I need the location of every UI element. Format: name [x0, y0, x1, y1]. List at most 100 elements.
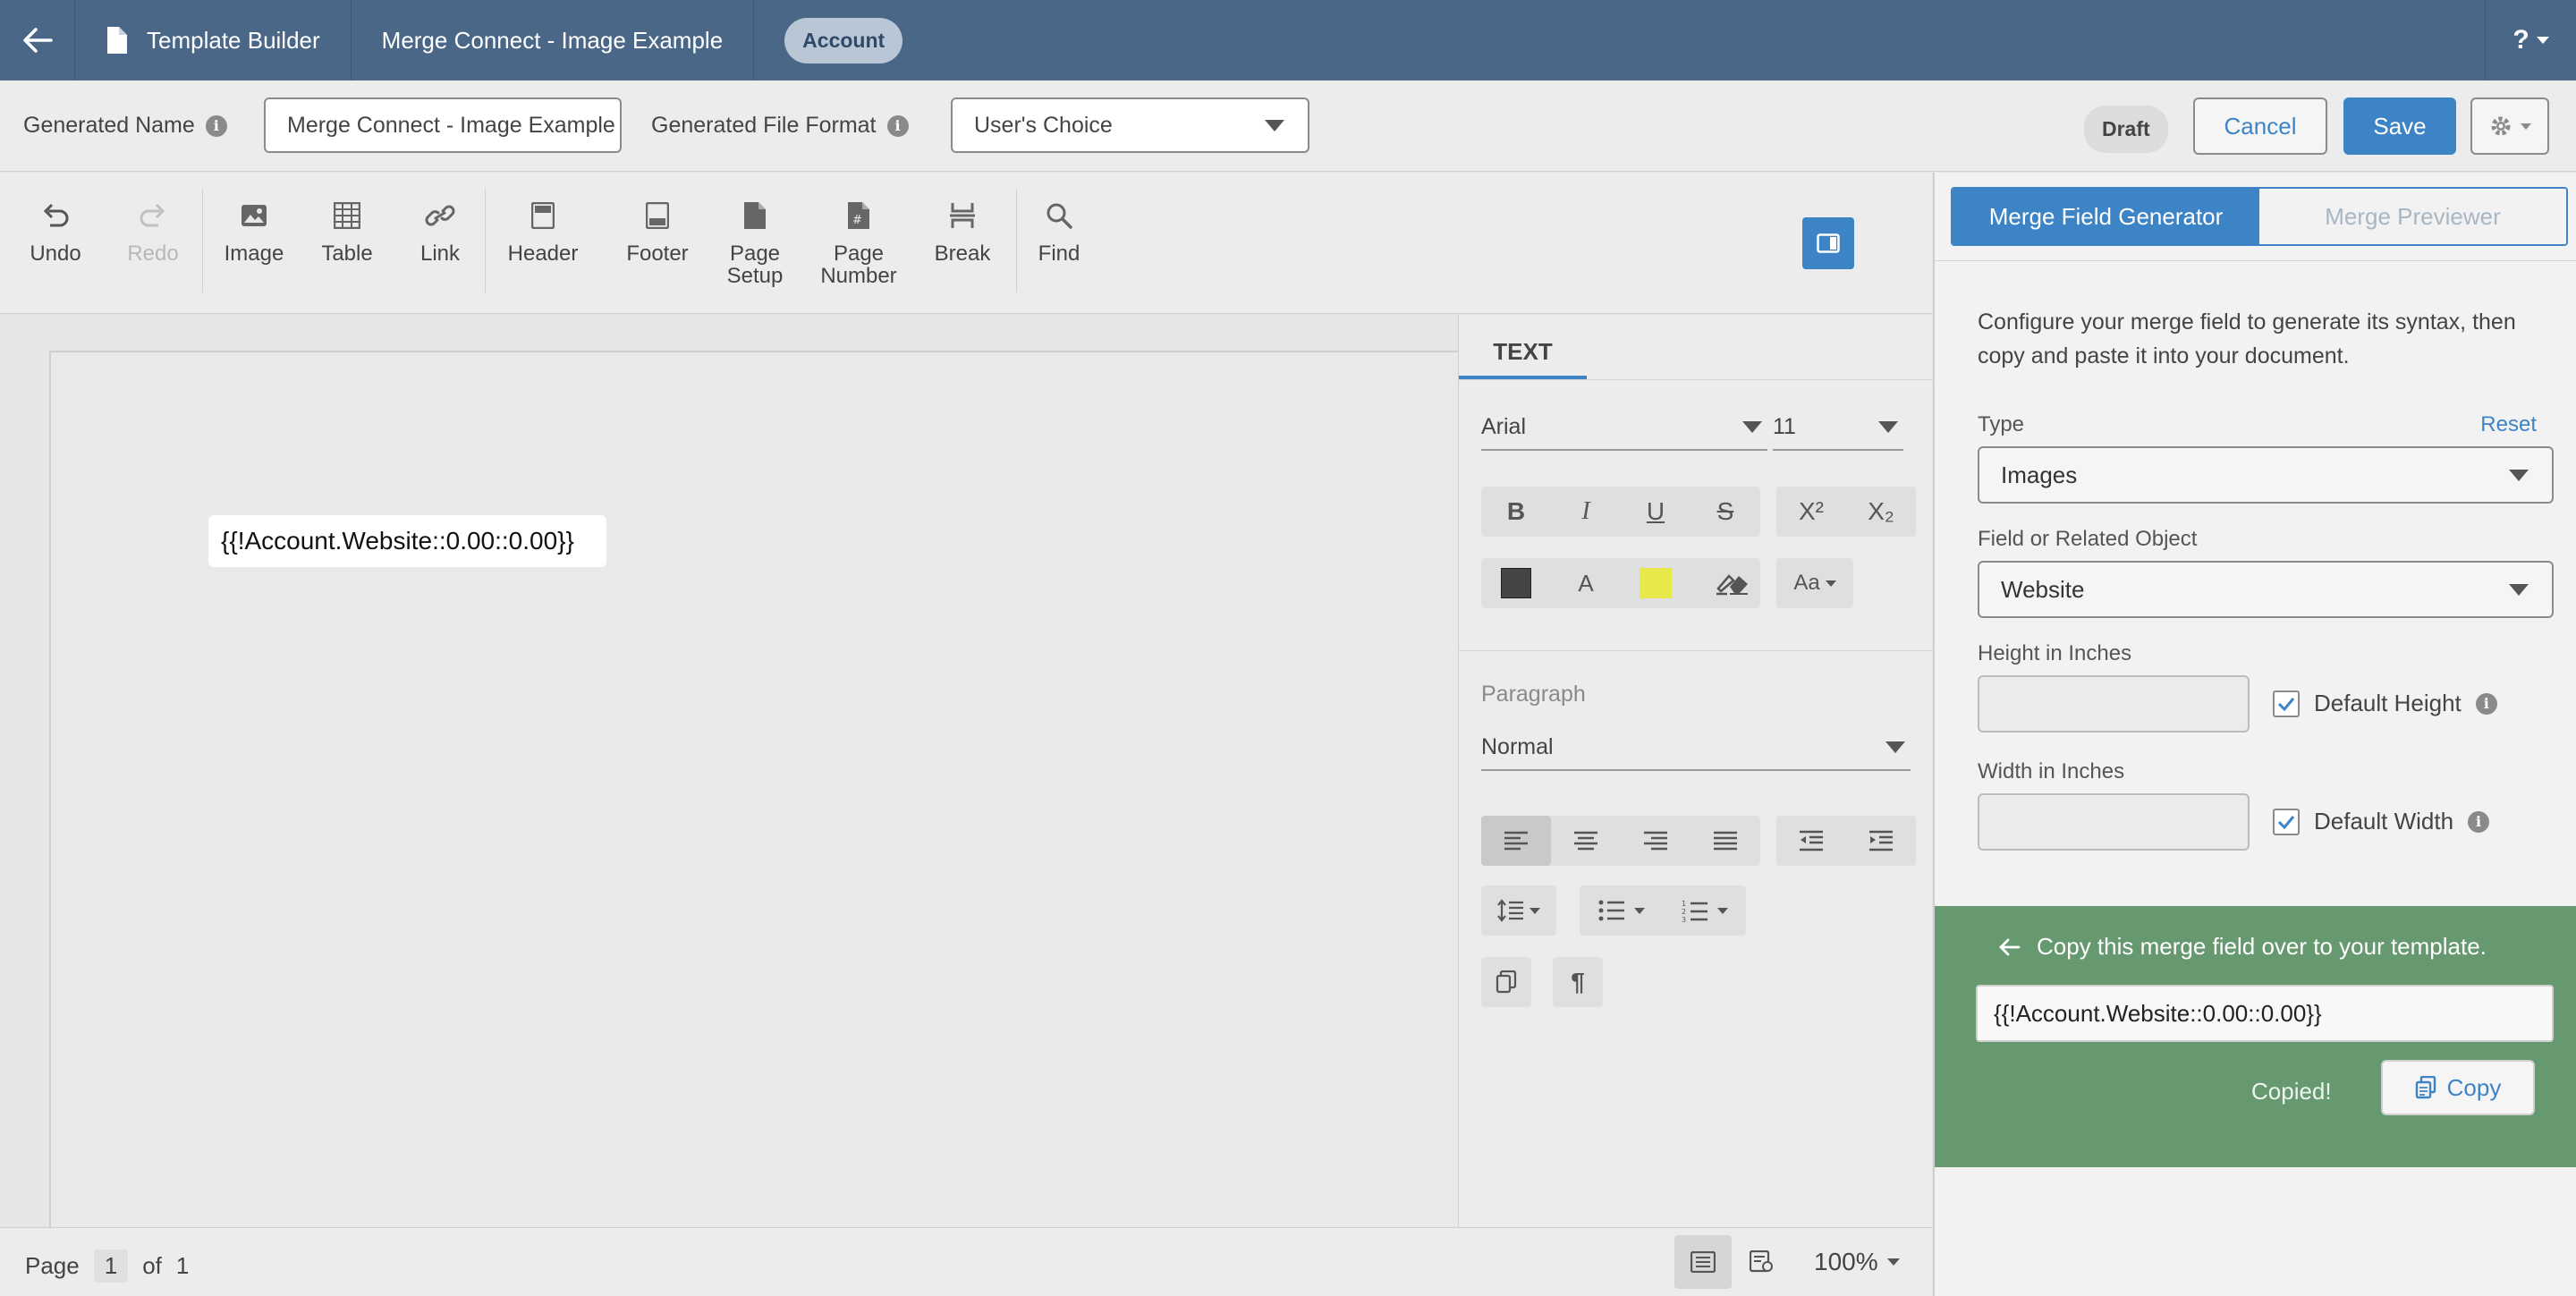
undo-button[interactable]: Undo: [11, 196, 100, 265]
indent-button[interactable]: [1846, 816, 1916, 866]
table-button[interactable]: Table: [302, 196, 392, 265]
show-formatting-button[interactable]: ¶: [1553, 957, 1603, 1007]
tab-text[interactable]: TEXT: [1459, 327, 1587, 379]
font-family-select[interactable]: Arial: [1481, 404, 1767, 451]
underline-icon: U: [1646, 497, 1665, 525]
italic-icon: I: [1581, 497, 1590, 525]
align-left-button[interactable]: [1481, 816, 1551, 866]
section-divider: [1459, 650, 1933, 651]
back-button[interactable]: [0, 0, 75, 80]
info-icon[interactable]: i: [886, 114, 909, 137]
file-format-select[interactable]: User's Choice: [951, 97, 1309, 153]
file-format-label: Generated File Format i: [651, 113, 909, 139]
sidebar-toggle-icon: [1817, 233, 1840, 253]
tab-merge-previewer[interactable]: Merge Previewer: [2259, 189, 2566, 244]
help-menu-button[interactable]: ?: [2485, 0, 2576, 80]
tab-merge-field-generator[interactable]: Merge Field Generator: [1953, 189, 2259, 244]
font-color-button[interactable]: A: [1551, 558, 1621, 608]
height-input[interactable]: [1978, 675, 2250, 733]
redo-button[interactable]: Redo: [108, 196, 198, 265]
reset-link[interactable]: Reset: [2480, 412, 2537, 437]
paragraph-style-value: Normal: [1481, 733, 1554, 759]
field-select[interactable]: Website: [1978, 561, 2554, 618]
settings-menu-button[interactable]: [2470, 97, 2549, 155]
bullet-list-button[interactable]: [1598, 900, 1645, 921]
zoom-select[interactable]: 100%: [1814, 1248, 1900, 1276]
link-label: Link: [419, 241, 461, 266]
find-button[interactable]: Find: [1014, 196, 1104, 265]
justify-button[interactable]: [1690, 816, 1760, 866]
default-height-label: Default Height: [2314, 690, 2462, 716]
font-family-value: Arial: [1481, 413, 1527, 439]
header-button[interactable]: Header: [498, 196, 588, 265]
footer-button[interactable]: Footer: [613, 196, 702, 265]
strikethrough-button[interactable]: S: [1690, 487, 1760, 537]
generated-name-input[interactable]: Merge Connect - Image Example: [264, 97, 622, 153]
numbered-list-button[interactable]: 123: [1682, 899, 1728, 922]
merge-field-output[interactable]: {{!Account.Website::0.00::0.00}}: [1976, 985, 2554, 1042]
document-page[interactable]: [49, 351, 1458, 1245]
info-icon[interactable]: i: [2475, 692, 2497, 715]
chevron-down-icon: [2536, 37, 2549, 44]
undo-icon: [43, 203, 69, 227]
underline-button[interactable]: U: [1621, 487, 1690, 537]
save-button[interactable]: Save: [2343, 97, 2456, 155]
text-color-swatch-button[interactable]: [1481, 558, 1551, 608]
status-badge: Draft: [2084, 106, 2168, 153]
merge-field-text[interactable]: {{!Account.Website::0.00::0.00}}: [208, 515, 606, 567]
print-layout-view-button[interactable]: [1674, 1235, 1732, 1289]
highlight-swatch-button[interactable]: [1621, 558, 1690, 608]
header-icon: [531, 202, 555, 229]
align-right-icon: [1644, 831, 1667, 851]
subscript-button[interactable]: X₂: [1846, 487, 1916, 537]
page-break-button[interactable]: Break: [918, 196, 1007, 265]
generated-name-label: Generated Name i: [23, 113, 227, 139]
default-width-label: Default Width: [2314, 808, 2454, 834]
copy-button[interactable]: Copy: [2381, 1060, 2535, 1115]
strikethrough-icon: S: [1716, 497, 1734, 525]
outdent-icon: [1800, 830, 1823, 851]
link-button[interactable]: Link: [395, 196, 485, 265]
copy-button-label: Copy: [2446, 1073, 2502, 1101]
page-setup-button[interactable]: Page Setup: [710, 196, 800, 287]
breadcrumb-template-builder[interactable]: Template Builder: [75, 0, 352, 80]
cancel-button[interactable]: Cancel: [2193, 97, 2327, 155]
text-case-button[interactable]: Aa: [1776, 558, 1853, 608]
pilcrow-icon: ¶: [1571, 968, 1585, 995]
default-height-checkbox[interactable]: Default Height i: [2273, 690, 2497, 717]
align-center-button[interactable]: [1551, 816, 1621, 866]
align-right-button[interactable]: [1621, 816, 1690, 866]
bold-button[interactable]: B: [1481, 487, 1551, 537]
merge-field-output-text: {{!Account.Website::0.00::0.00}}: [1994, 999, 2322, 1027]
current-page-input[interactable]: 1: [93, 1249, 129, 1283]
of-label: of: [142, 1252, 162, 1279]
copy-message-text: Copy this merge field over to your templ…: [2037, 933, 2487, 960]
copy-format-button[interactable]: [1481, 957, 1531, 1007]
paragraph-style-select[interactable]: Normal: [1481, 724, 1911, 771]
copy-merge-field-box: Copy this merge field over to your templ…: [1935, 906, 2576, 1167]
toggle-panel-button[interactable]: [1802, 217, 1854, 269]
default-width-checkbox[interactable]: Default Width i: [2273, 808, 2490, 835]
font-size-select[interactable]: 11: [1773, 404, 1903, 451]
superscript-icon: X²: [1799, 497, 1824, 525]
superscript-button[interactable]: X²: [1776, 487, 1846, 537]
info-icon[interactable]: i: [205, 114, 227, 137]
image-button[interactable]: Image: [209, 196, 299, 265]
page-number-button[interactable]: # Page Number: [814, 196, 903, 287]
type-select[interactable]: Images: [1978, 446, 2554, 504]
page-setup-label-1: Page: [729, 241, 781, 266]
outdent-button[interactable]: [1776, 816, 1846, 866]
line-spacing-button[interactable]: [1481, 885, 1556, 936]
info-icon[interactable]: i: [2468, 810, 2490, 833]
top-bar: Template Builder Merge Connect - Image E…: [0, 0, 2576, 80]
eraser-button[interactable]: [1716, 558, 1761, 608]
chevron-down-icon: [1885, 741, 1905, 753]
web-layout-view-button[interactable]: [1733, 1235, 1791, 1289]
page-number-icon: #: [848, 202, 869, 229]
help-icon: ?: [2512, 25, 2529, 55]
align-left-icon: [1504, 831, 1528, 851]
page-icon: [744, 202, 766, 229]
italic-button[interactable]: I: [1551, 487, 1621, 537]
editor-toolbar: Undo Redo Image Table Link Header Footer…: [0, 173, 1932, 314]
width-input[interactable]: [1978, 793, 2250, 851]
